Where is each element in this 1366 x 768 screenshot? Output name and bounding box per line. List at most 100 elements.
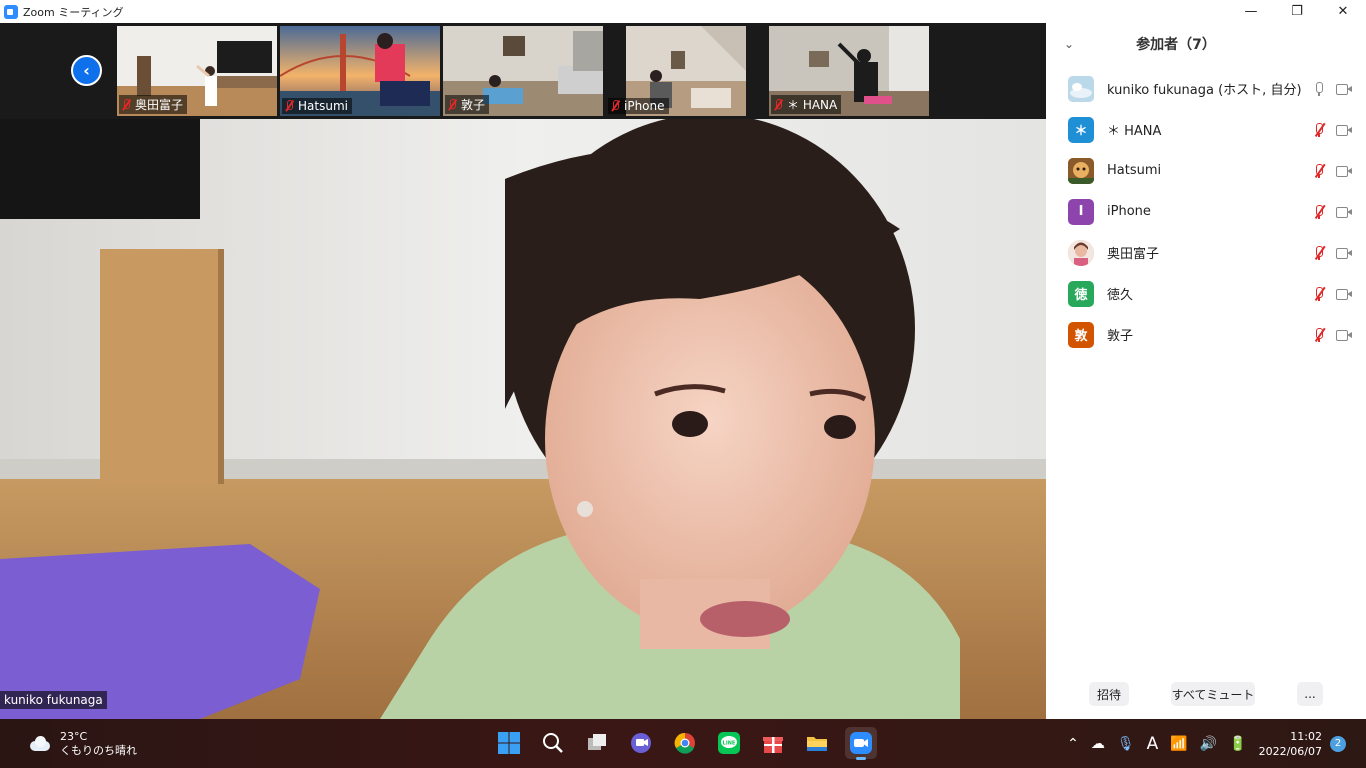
participant-status-icons [1312,245,1352,261]
muted-mic-icon[interactable] [1312,245,1326,261]
clock-time: 11:02 [1290,729,1322,743]
muted-mic-icon [610,100,620,112]
thumb-name-tag: ＊ HANA [771,95,842,114]
thumb-name-tag: 奥田富子 [119,95,188,114]
clock[interactable]: 11:02 2022/06/07 [1259,729,1322,759]
participant-row[interactable]: kuniko fukunaga (ホスト, 自分) [1046,68,1366,109]
mic-icon[interactable] [1312,81,1326,97]
participant-status-icons [1312,81,1352,97]
video-camera-icon[interactable] [1336,207,1352,218]
thumb-name-tag: Hatsumi [282,98,352,114]
participant-row[interactable]: I iPhone [1046,191,1366,232]
gallery-prev-button[interactable]: ‹ [71,55,102,86]
taskbar-apps: LINE [493,727,877,760]
muted-mic-icon [121,98,131,111]
gift-icon [763,737,783,753]
participant-row[interactable]: ＊ ＊ HANA [1046,109,1366,150]
avatar [1068,239,1094,266]
chevron-left-icon: ‹ [83,61,90,80]
task-view-button[interactable] [581,727,613,759]
participants-footer: 招待 すべてミュート ... [1046,682,1366,706]
participant-row[interactable]: 敦 敦子 [1046,314,1366,355]
participant-name: ＊ HANA [1107,124,1162,139]
video-thumb-iphone[interactable]: iPhone [606,26,766,116]
video-camera-icon[interactable] [1336,166,1352,177]
minimize-button[interactable]: — [1228,0,1274,23]
participant-status-icons [1312,163,1352,179]
chat-icon [631,733,651,753]
active-speaker-video[interactable]: kuniko fukunaga [0,119,1046,719]
invite-button[interactable]: 招待 [1089,682,1129,706]
participant-name: 奥田富子 [1107,247,1160,262]
avatar: I [1068,198,1094,225]
avatar: 徳 [1068,280,1094,307]
window-title: Zoom ミーティング [23,5,124,19]
chrome-button[interactable] [669,727,701,759]
chrome-icon [674,732,695,754]
participant-name: iPhone [1107,204,1151,219]
participant-name: kuniko fukunaga (ホスト, 自分) [1107,83,1302,98]
muted-mic-icon[interactable] [1312,122,1326,138]
weather-temperature: 23°C [60,730,88,743]
muted-mic-icon[interactable] [1312,327,1326,343]
wifi-icon[interactable]: 📶 [1170,736,1187,752]
clock-date: 2022/06/07 [1258,744,1322,758]
chevron-up-icon[interactable]: ⌃ [1067,736,1079,752]
participant-status-icons [1312,286,1352,302]
search-button[interactable] [537,727,569,759]
participant-row[interactable]: 徳 徳久 [1046,273,1366,314]
start-button[interactable] [493,727,525,759]
chevron-down-icon[interactable]: ⌄ [1064,37,1074,51]
ime-indicator[interactable]: A [1147,734,1159,754]
muted-mic-icon[interactable] [1312,163,1326,179]
video-camera-icon[interactable] [1336,289,1352,300]
participant-status-icons [1312,327,1352,343]
windows-taskbar: 23°C くもりのち晴れ LINE ⌃ ☁ 🎙 A 📶 🔊 🔋 11:02 20… [0,719,1366,768]
participant-name: 徳久 [1107,288,1134,303]
avatar: ＊ [1068,116,1094,143]
participant-name: Hatsumi [1107,163,1162,178]
video-thumb-okuda[interactable]: 奥田富子 [117,26,277,116]
video-camera-icon[interactable] [1336,125,1352,136]
close-button[interactable]: ✕ [1320,0,1366,23]
battery-icon[interactable]: 🔋 [1229,736,1246,752]
video-camera-icon[interactable] [1336,248,1352,259]
gift-app-button[interactable] [757,727,789,759]
muted-mic-icon[interactable] [1312,204,1326,220]
notification-badge[interactable]: 2 [1330,735,1346,752]
avatar [1068,157,1094,184]
restore-button[interactable]: ❐ [1274,0,1320,23]
muted-mic-icon[interactable] [1312,286,1326,302]
video-camera-icon[interactable] [1336,84,1352,95]
video-camera-icon[interactable] [1336,330,1352,341]
svg-text:LINE: LINE [723,741,736,747]
cloudy-weather-icon [28,736,52,752]
mute-all-button[interactable]: すべてミュート [1171,682,1255,706]
line-button[interactable]: LINE [713,727,745,759]
teams-chat-button[interactable] [625,727,657,759]
weather-description: くもりのち晴れ [60,744,137,757]
participants-header: ⌄ 参加者（7） [1046,23,1366,65]
video-thumb-hatsumi[interactable]: Hatsumi [280,26,440,116]
microphone-icon[interactable]: 🎙 [1117,736,1135,752]
video-thumb-atsuko[interactable]: 敦子 [443,26,603,116]
file-explorer-button[interactable] [801,727,833,759]
video-thumb-hana[interactable]: ＊ HANA [769,26,929,116]
participant-status-icons [1312,204,1352,220]
thumb-name-tag: 敦子 [445,95,490,114]
volume-icon[interactable]: 🔊 [1200,736,1217,752]
zoom-app-icon [4,4,18,19]
more-options-button[interactable]: ... [1297,682,1323,706]
participant-status-icons [1312,122,1352,138]
video-area: ‹ 奥田富子 Hatsumi 敦子 iPhone ＊ HANA kuniko f… [0,23,1046,719]
participant-row[interactable]: Hatsumi [1046,150,1366,191]
weather-widget[interactable]: 23°C くもりのち晴れ [28,730,137,758]
participant-name: 敦子 [1107,329,1134,344]
avatar: 敦 [1068,321,1094,348]
zoom-taskbar-button[interactable] [845,727,877,760]
onedrive-cloud-icon[interactable]: ☁ [1091,736,1105,752]
speaker-video-frame [0,119,1046,719]
participants-panel: ⌄ 参加者（7） kuniko fukunaga (ホスト, 自分) ＊ ＊ H… [1046,23,1366,719]
participant-row[interactable]: 奥田富子 [1046,232,1366,273]
thumb-name-tag: iPhone [608,98,669,114]
